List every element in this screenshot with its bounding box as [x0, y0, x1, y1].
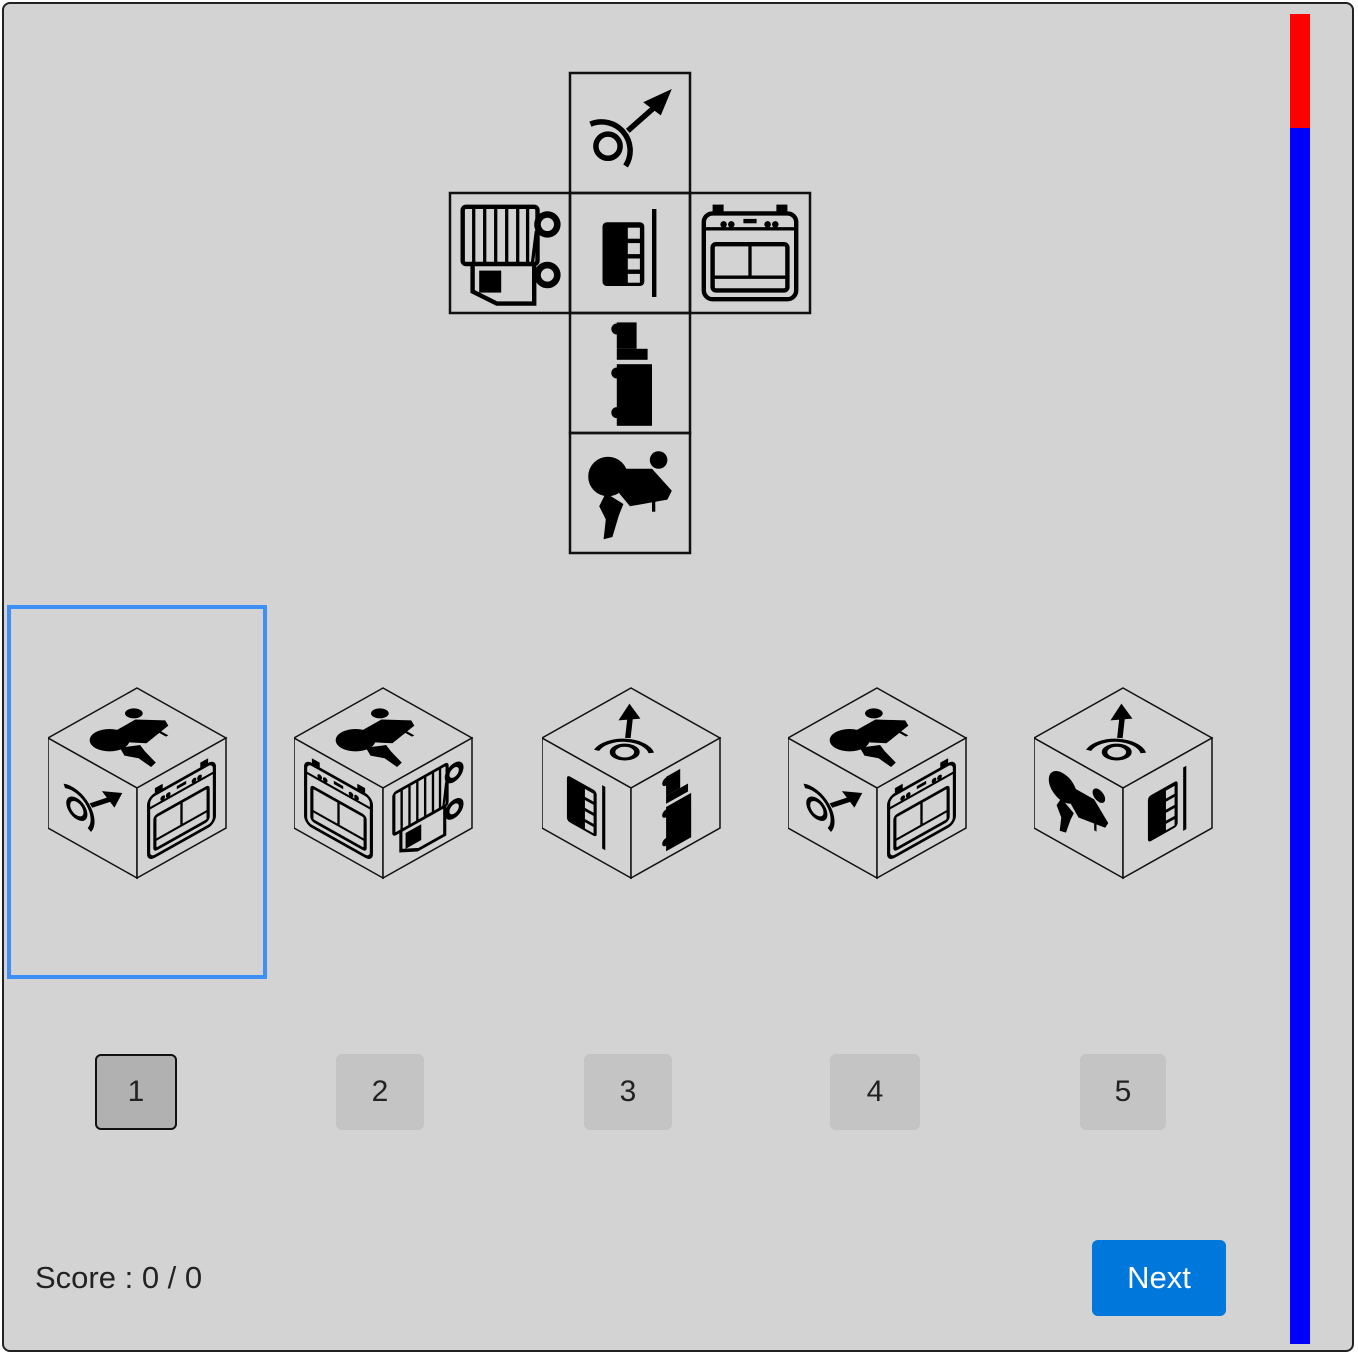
- next-button[interactable]: Next: [1092, 1240, 1226, 1316]
- timer-elapsed: [1290, 14, 1310, 129]
- cube-option-1[interactable]: [48, 684, 228, 882]
- truck-side-icon: [611, 322, 652, 426]
- cube-option-2[interactable]: [294, 684, 474, 882]
- net-face-bottom: [568, 431, 692, 555]
- cube-option-5[interactable]: [1034, 684, 1214, 882]
- option-button-2[interactable]: 2: [336, 1054, 424, 1130]
- option-button-5[interactable]: 5: [1080, 1054, 1166, 1130]
- timer-bar: [1290, 14, 1310, 1344]
- net-face-left: [448, 191, 572, 315]
- option-button-4[interactable]: 4: [830, 1054, 920, 1130]
- option-button-3[interactable]: 3: [584, 1054, 672, 1130]
- panel-icon: [602, 209, 657, 297]
- stove-icon: [704, 205, 796, 300]
- net-face-right: [688, 191, 812, 315]
- score-label: Score : 0 / 0: [35, 1260, 203, 1295]
- option-button-1[interactable]: 1: [95, 1054, 177, 1130]
- cube-net: [448, 71, 812, 555]
- cube-option-4[interactable]: [788, 684, 968, 882]
- truck-grille-icon: [463, 207, 558, 304]
- cube-option-3[interactable]: [542, 684, 722, 882]
- net-face-center: [568, 191, 692, 315]
- net-face-below: [568, 311, 692, 435]
- turkey-icon: [588, 451, 672, 540]
- net-face-top: [568, 71, 692, 195]
- mars-ring-icon: [590, 89, 671, 166]
